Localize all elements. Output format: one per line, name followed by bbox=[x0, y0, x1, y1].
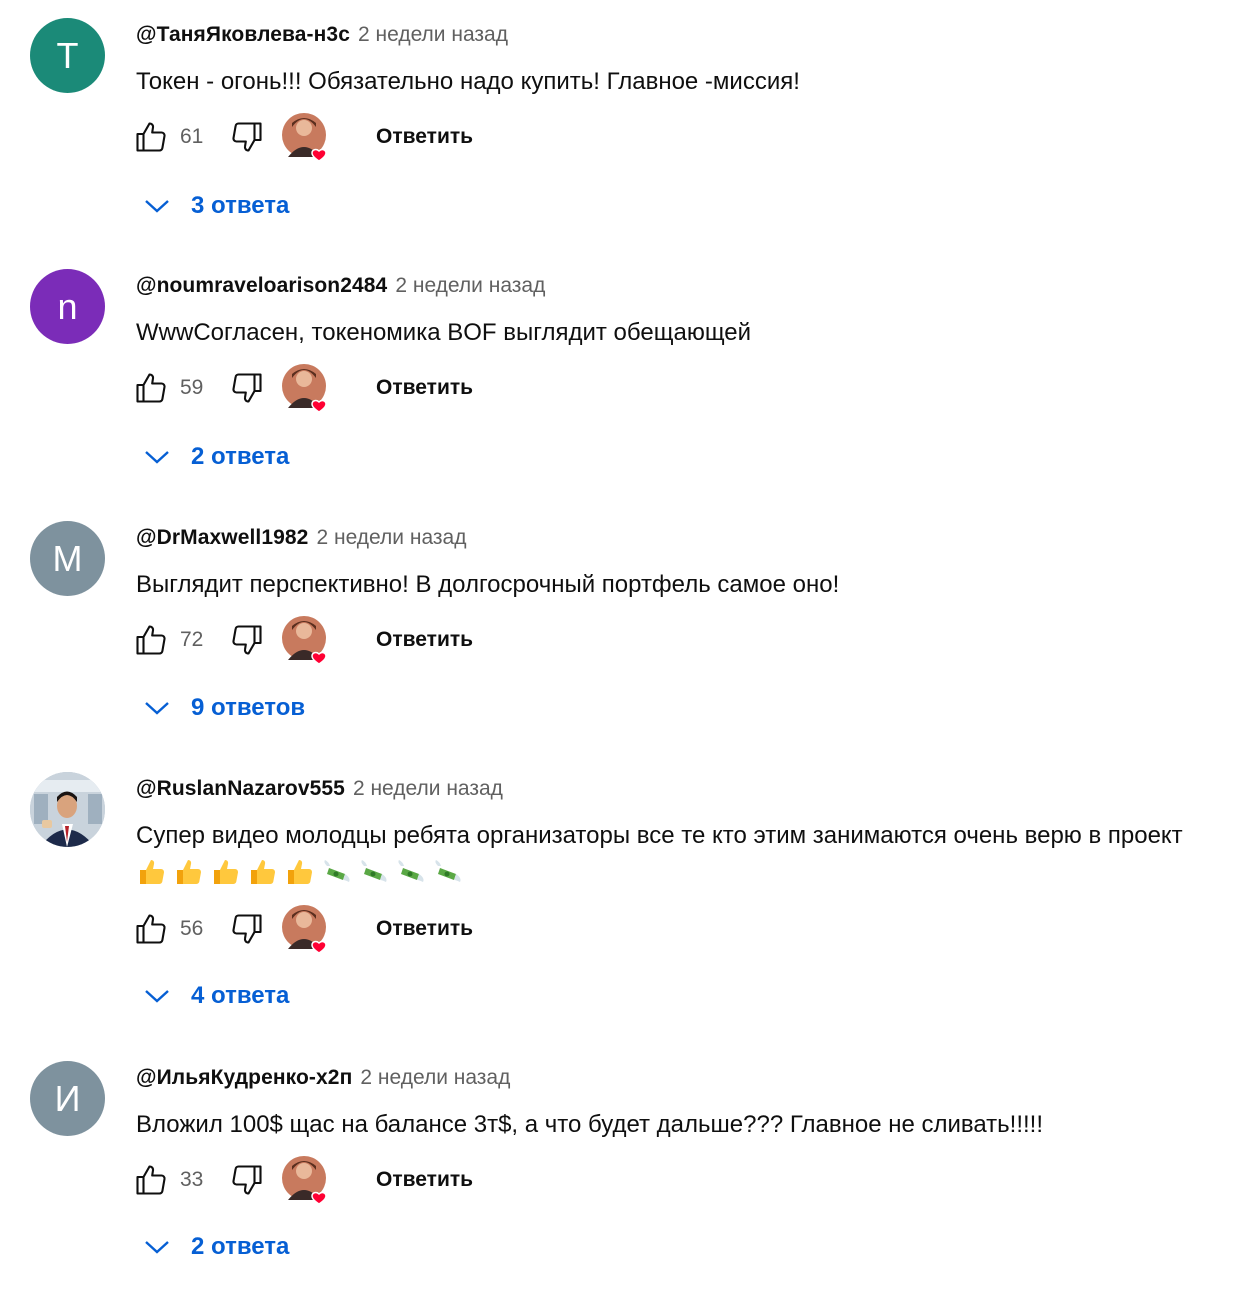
reply-button[interactable]: Ответить bbox=[376, 1168, 473, 1192]
creator-heart-icon bbox=[282, 905, 332, 954]
dislike-button[interactable] bbox=[226, 619, 268, 661]
avatar-letter: M bbox=[52, 537, 83, 579]
like-icon bbox=[136, 625, 166, 655]
replies-count-label: 9 ответов bbox=[191, 694, 306, 721]
replies-count-label: 2 ответа bbox=[191, 443, 290, 470]
chevron-down-icon bbox=[140, 440, 174, 474]
comment-author[interactable]: @DrMaxwell1982 bbox=[136, 526, 308, 550]
comments-section: T @ТаняЯковлева-н3с 2 недели назад Токен… bbox=[0, 0, 1235, 1293]
view-replies-button[interactable]: 3 ответа bbox=[140, 186, 289, 226]
reply-button[interactable]: Ответить bbox=[376, 917, 473, 941]
comment-actions: 56 Ответить bbox=[130, 905, 473, 954]
comment-text: Выглядит перспективно! В долгосрочный по… bbox=[136, 571, 840, 598]
avatar-letter: И bbox=[54, 1077, 81, 1119]
avatar[interactable]: n bbox=[30, 269, 105, 344]
avatar[interactable]: И bbox=[30, 1061, 105, 1136]
comment-actions: 33 Ответить bbox=[130, 1156, 473, 1205]
comment-header: @noumraveloarison2484 2 недели назад bbox=[136, 274, 545, 300]
avatar[interactable]: T bbox=[30, 18, 105, 93]
replies-count-label: 2 ответа bbox=[191, 1233, 290, 1260]
dislike-button[interactable] bbox=[226, 1159, 268, 1201]
avatar[interactable] bbox=[30, 772, 105, 847]
dislike-icon bbox=[232, 625, 262, 655]
replies-count-label: 4 ответа bbox=[191, 982, 290, 1009]
dislike-icon bbox=[232, 373, 262, 403]
dislike-button[interactable] bbox=[226, 908, 268, 950]
comment-time[interactable]: 2 недели назад bbox=[353, 777, 503, 801]
comment-time[interactable]: 2 недели назад bbox=[316, 526, 466, 550]
view-replies-button[interactable]: 4 ответа bbox=[140, 976, 289, 1016]
chevron-down-icon bbox=[140, 1230, 174, 1264]
chevron-down-icon bbox=[140, 691, 174, 725]
comment-author[interactable]: @noumraveloarison2484 bbox=[136, 274, 387, 298]
comment-actions: 72 Ответить bbox=[130, 616, 473, 665]
reply-button[interactable]: Ответить bbox=[376, 628, 473, 652]
comment-header: @ИльяКудренко-х2п 2 недели назад bbox=[136, 1066, 510, 1092]
emoji-row bbox=[136, 860, 469, 888]
avatar-letter: n bbox=[57, 285, 78, 327]
money-with-wings-emoji-icon bbox=[324, 860, 350, 882]
view-replies-button[interactable]: 9 ответов bbox=[140, 688, 305, 728]
money-with-wings-emoji-icon bbox=[435, 860, 461, 882]
comment-time[interactable]: 2 недели назад bbox=[395, 274, 545, 298]
dislike-icon bbox=[232, 914, 262, 944]
thumbs-up-emoji-icon bbox=[177, 860, 202, 884]
creator-heart-icon bbox=[282, 113, 332, 162]
like-button[interactable] bbox=[130, 116, 172, 158]
comment-header: @ТаняЯковлева-н3с 2 недели назад bbox=[136, 23, 508, 49]
like-count: 61 bbox=[180, 125, 204, 148]
avatar-letter: T bbox=[56, 34, 79, 76]
like-button[interactable] bbox=[130, 908, 172, 950]
comment-time[interactable]: 2 недели назад bbox=[358, 23, 508, 47]
like-count: 56 bbox=[180, 917, 204, 940]
creator-heart-icon bbox=[282, 364, 332, 413]
like-count: 72 bbox=[180, 628, 204, 651]
comment-header: @RuslanNazarov555 2 недели назад bbox=[136, 777, 503, 803]
comment-header: @DrMaxwell1982 2 недели назад bbox=[136, 526, 466, 552]
avatar-photo bbox=[30, 772, 105, 847]
dislike-button[interactable] bbox=[226, 116, 268, 158]
thumbs-up-emoji-icon bbox=[251, 860, 276, 884]
like-icon bbox=[136, 122, 166, 152]
comment-text: WwwСогласен, токеномика BOF выглядит обе… bbox=[136, 319, 752, 346]
thumbs-up-emoji-icon bbox=[288, 860, 313, 884]
dislike-icon bbox=[232, 122, 262, 152]
like-icon bbox=[136, 373, 166, 403]
like-button[interactable] bbox=[130, 619, 172, 661]
like-button[interactable] bbox=[130, 367, 172, 409]
comment-text: Токен - огонь!!! Обязательно надо купить… bbox=[136, 68, 800, 95]
thumbs-up-emoji-icon bbox=[214, 860, 239, 884]
like-icon bbox=[136, 914, 166, 944]
comment-author[interactable]: @ТаняЯковлева-н3с bbox=[136, 23, 350, 47]
comment-actions: 61 Ответить bbox=[130, 113, 473, 162]
thumbs-up-emoji-icon bbox=[140, 860, 165, 884]
reply-button[interactable]: Ответить bbox=[376, 125, 473, 149]
like-icon bbox=[136, 1165, 166, 1195]
comment-text-body: Супер видео молодцы ребята организаторы … bbox=[136, 822, 1183, 849]
view-replies-button[interactable]: 2 ответа bbox=[140, 1227, 289, 1267]
money-with-wings-emoji-icon bbox=[361, 860, 387, 882]
creator-heart-icon bbox=[282, 616, 332, 665]
money-with-wings-emoji-icon bbox=[398, 860, 424, 882]
comment-actions: 59 Ответить bbox=[130, 364, 473, 413]
replies-count-label: 3 ответа bbox=[191, 192, 290, 219]
reply-button[interactable]: Ответить bbox=[376, 376, 473, 400]
chevron-down-icon bbox=[140, 979, 174, 1013]
comment-author[interactable]: @ИльяКудренко-х2п bbox=[136, 1066, 352, 1090]
avatar[interactable]: M bbox=[30, 521, 105, 596]
dislike-icon bbox=[232, 1165, 262, 1195]
comment-author[interactable]: @RuslanNazarov555 bbox=[136, 777, 345, 801]
like-count: 59 bbox=[180, 376, 204, 399]
dislike-button[interactable] bbox=[226, 367, 268, 409]
view-replies-button[interactable]: 2 ответа bbox=[140, 437, 289, 477]
like-button[interactable] bbox=[130, 1159, 172, 1201]
like-count: 33 bbox=[180, 1168, 204, 1191]
comment-text: Супер видео молодцы ребята организаторы … bbox=[136, 816, 1221, 894]
creator-heart-icon bbox=[282, 1156, 332, 1205]
comment-time[interactable]: 2 недели назад bbox=[360, 1066, 510, 1090]
comment-text: Вложил 100$ щас на балансе 3т$, а что бу… bbox=[136, 1111, 1044, 1138]
chevron-down-icon bbox=[140, 189, 174, 223]
